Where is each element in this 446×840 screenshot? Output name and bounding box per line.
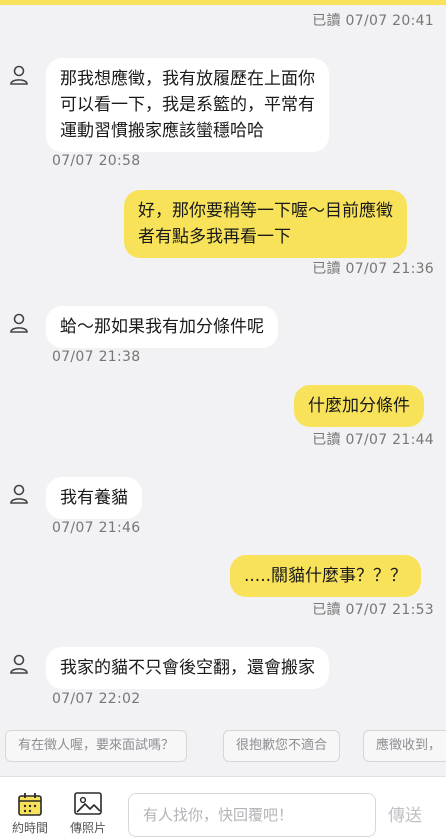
send-button[interactable]: 傳送 [388,801,442,826]
user-avatar-icon[interactable] [8,312,30,334]
message-line: 什麼加分條件 [308,396,410,416]
schedule-button[interactable]: 約時間 [8,791,52,836]
quick-reply-chip[interactable]: 有在徵人喔，要來面試嗎？ [5,730,188,762]
message-line: 者有點多我再看一下 [138,227,291,247]
send-photo-button[interactable]: 傳照片 [66,791,110,836]
message-input[interactable] [128,793,376,837]
image-icon [74,792,102,815]
incoming-message: 那我想應徵，我有放履歷在上面你 可以看一下，我是系籃的，平常有 運動習慣搬家應該… [46,58,329,152]
quick-reply-bar: 有在徵人喔，要來面試嗎？ 很抱歉您不適合 應徵收到， [0,722,446,774]
quick-reply-chip[interactable]: 很抱歉您不適合 [223,730,341,762]
message-timestamp: 07/07 21:38 [52,349,141,365]
user-avatar-icon[interactable] [8,653,30,675]
outgoing-message: 什麼加分條件 [294,385,424,427]
chat-thread[interactable]: 已讀 07/07 20:41 那我想應徵，我有放履歷在上面你 可以看一下，我是系… [0,0,446,722]
message-line: 我家的貓不只會後空翻，還會搬家 [60,658,315,678]
calendar-icon [18,793,42,816]
message-timestamp: 07/07 21:46 [52,520,141,536]
compose-bar: 約時間 傳照片 傳送 [0,776,446,840]
incoming-message: 我家的貓不只會後空翻，還會搬家 [46,647,329,689]
quick-reply-chip[interactable]: 應徵收到， [363,730,446,762]
message-line: 運動習慣搬家應該蠻穩哈哈 [60,121,264,141]
message-line: 蛤～那如果我有加分條件呢 [60,317,264,337]
outgoing-message: 好，那你要稍等一下喔～目前應徵 者有點多我再看一下 [124,190,407,258]
outgoing-message: .....關貓什麼事？？？ [230,555,422,597]
message-line: 我有養貓 [60,488,128,508]
message-timestamp: 07/07 22:02 [52,691,141,707]
message-line: 可以看一下，我是系籃的，平常有 [60,95,315,115]
send-photo-label: 傳照片 [69,821,106,835]
message-line: 好，那你要稍等一下喔～目前應徵 [138,201,393,221]
read-receipt: 已讀 07/07 21:36 [312,261,434,277]
read-receipt: 已讀 07/07 20:41 [312,13,434,29]
incoming-message: 蛤～那如果我有加分條件呢 [46,306,278,348]
message-line: 那我想應徵，我有放履歷在上面你 [60,69,315,89]
user-avatar-icon[interactable] [8,483,30,505]
read-receipt: 已讀 07/07 21:44 [312,432,434,448]
incoming-message: 我有養貓 [46,477,142,519]
message-timestamp: 07/07 20:58 [52,153,141,169]
user-avatar-icon[interactable] [8,64,30,86]
message-line: .....關貓什麼事？？？ [244,566,408,586]
schedule-label: 約時間 [11,821,48,835]
read-receipt: 已讀 07/07 21:53 [312,602,434,618]
